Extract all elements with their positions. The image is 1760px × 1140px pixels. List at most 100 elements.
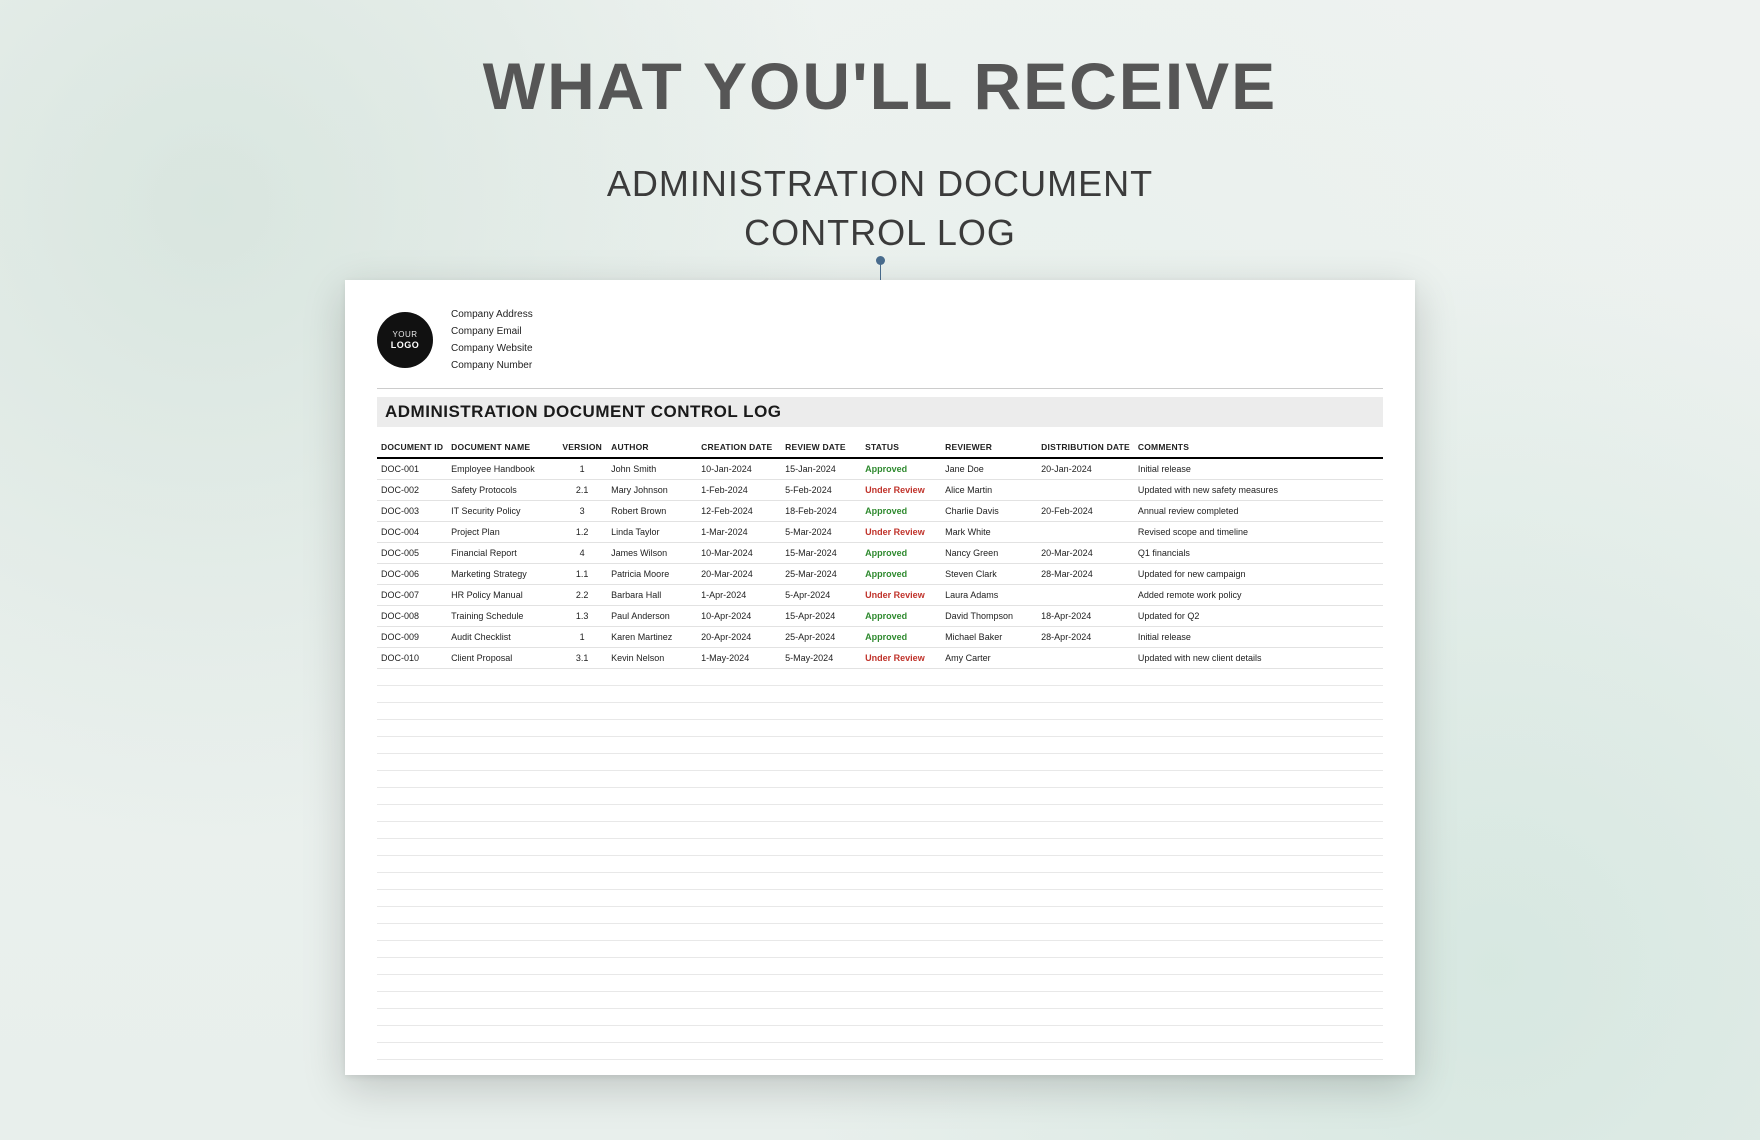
cell-document-name: Audit Checklist xyxy=(447,627,557,648)
cell-creation-date: 20-Mar-2024 xyxy=(697,564,781,585)
cell-distribution-date: 20-Mar-2024 xyxy=(1037,543,1134,564)
empty-row xyxy=(377,1026,1383,1043)
cell-author: Robert Brown xyxy=(607,501,697,522)
empty-row xyxy=(377,992,1383,1009)
divider xyxy=(377,388,1383,389)
table-row: DOC-001Employee Handbook1John Smith10-Ja… xyxy=(377,458,1383,480)
logo-placeholder-icon: YOUR LOGO xyxy=(377,312,433,368)
table-row: DOC-006Marketing Strategy1.1Patricia Moo… xyxy=(377,564,1383,585)
cell-document-id: DOC-010 xyxy=(377,648,447,669)
cell-comments: Revised scope and timeline xyxy=(1134,522,1383,543)
cell-review-date: 25-Apr-2024 xyxy=(781,627,861,648)
document-header: YOUR LOGO Company Address Company Email … xyxy=(377,304,1383,388)
table-header-row: DOCUMENT ID DOCUMENT NAME VERSION AUTHOR… xyxy=(377,437,1383,458)
cell-status: Approved xyxy=(861,606,941,627)
cell-version: 2.1 xyxy=(557,480,607,501)
cell-document-id: DOC-005 xyxy=(377,543,447,564)
cell-document-id: DOC-004 xyxy=(377,522,447,543)
cell-author: Paul Anderson xyxy=(607,606,697,627)
company-website: Company Website xyxy=(451,340,533,357)
cell-review-date: 5-Feb-2024 xyxy=(781,480,861,501)
cell-review-date: 15-Jan-2024 xyxy=(781,458,861,480)
col-review-date: REVIEW DATE xyxy=(781,437,861,458)
col-distribution-date: DISTRIBUTION DATE xyxy=(1037,437,1134,458)
cell-review-date: 15-Mar-2024 xyxy=(781,543,861,564)
cell-author: Patricia Moore xyxy=(607,564,697,585)
col-version: VERSION xyxy=(557,437,607,458)
subtitle-line-2: CONTROL LOG xyxy=(744,212,1016,253)
empty-row xyxy=(377,737,1383,754)
cell-document-name: Marketing Strategy xyxy=(447,564,557,585)
empty-grid-area xyxy=(377,669,1383,1075)
col-author: AUTHOR xyxy=(607,437,697,458)
cell-distribution-date: 20-Jan-2024 xyxy=(1037,458,1134,480)
cell-distribution-date: 28-Mar-2024 xyxy=(1037,564,1134,585)
cell-distribution-date: 18-Apr-2024 xyxy=(1037,606,1134,627)
cell-comments: Initial release xyxy=(1134,627,1383,648)
cell-status: Approved xyxy=(861,564,941,585)
empty-row xyxy=(377,1009,1383,1026)
empty-row xyxy=(377,975,1383,992)
col-document-name: DOCUMENT NAME xyxy=(447,437,557,458)
cell-document-id: DOC-009 xyxy=(377,627,447,648)
cell-document-name: HR Policy Manual xyxy=(447,585,557,606)
cell-author: Barbara Hall xyxy=(607,585,697,606)
cell-distribution-date xyxy=(1037,585,1134,606)
document-title: ADMINISTRATION DOCUMENT CONTROL LOG xyxy=(377,397,1383,427)
cell-reviewer: Charlie Davis xyxy=(941,501,1037,522)
cell-review-date: 5-Apr-2024 xyxy=(781,585,861,606)
cell-status: Under Review xyxy=(861,480,941,501)
table-row: DOC-002Safety Protocols2.1Mary Johnson1-… xyxy=(377,480,1383,501)
cell-reviewer: Steven Clark xyxy=(941,564,1037,585)
empty-row xyxy=(377,924,1383,941)
empty-row xyxy=(377,958,1383,975)
cell-reviewer: Mark White xyxy=(941,522,1037,543)
cell-reviewer: Amy Carter xyxy=(941,648,1037,669)
company-info: Company Address Company Email Company We… xyxy=(451,306,533,374)
cell-review-date: 5-Mar-2024 xyxy=(781,522,861,543)
empty-row xyxy=(377,1060,1383,1075)
table-row: DOC-009Audit Checklist1Karen Martinez20-… xyxy=(377,627,1383,648)
cell-review-date: 25-Mar-2024 xyxy=(781,564,861,585)
empty-row xyxy=(377,754,1383,771)
cell-status: Approved xyxy=(861,501,941,522)
empty-row xyxy=(377,686,1383,703)
cell-distribution-date xyxy=(1037,480,1134,501)
empty-row xyxy=(377,805,1383,822)
empty-row xyxy=(377,822,1383,839)
cell-document-name: Financial Report xyxy=(447,543,557,564)
cell-version: 3.1 xyxy=(557,648,607,669)
empty-row xyxy=(377,839,1383,856)
cell-document-id: DOC-006 xyxy=(377,564,447,585)
cell-distribution-date xyxy=(1037,522,1134,543)
empty-row xyxy=(377,890,1383,907)
company-email: Company Email xyxy=(451,323,533,340)
cell-author: James Wilson xyxy=(607,543,697,564)
col-comments: COMMENTS xyxy=(1134,437,1383,458)
cell-status: Approved xyxy=(861,543,941,564)
cell-review-date: 15-Apr-2024 xyxy=(781,606,861,627)
cell-reviewer: Alice Martin xyxy=(941,480,1037,501)
cell-distribution-date: 28-Apr-2024 xyxy=(1037,627,1134,648)
cell-version: 1.2 xyxy=(557,522,607,543)
cell-author: Mary Johnson xyxy=(607,480,697,501)
empty-row xyxy=(377,771,1383,788)
cell-document-name: Client Proposal xyxy=(447,648,557,669)
table-row: DOC-007HR Policy Manual2.2Barbara Hall1-… xyxy=(377,585,1383,606)
cell-comments: Annual review completed xyxy=(1134,501,1383,522)
empty-row xyxy=(377,703,1383,720)
cell-version: 1.3 xyxy=(557,606,607,627)
empty-row xyxy=(377,669,1383,686)
page-subtitle: ADMINISTRATION DOCUMENT CONTROL LOG xyxy=(0,160,1760,257)
cell-reviewer: Nancy Green xyxy=(941,543,1037,564)
logo-bottom-text: LOGO xyxy=(391,341,420,350)
col-status: STATUS xyxy=(861,437,941,458)
col-creation-date: CREATION DATE xyxy=(697,437,781,458)
empty-row xyxy=(377,907,1383,924)
cell-comments: Updated with new client details xyxy=(1134,648,1383,669)
cell-distribution-date: 20-Feb-2024 xyxy=(1037,501,1134,522)
cell-document-id: DOC-001 xyxy=(377,458,447,480)
cell-creation-date: 1-Feb-2024 xyxy=(697,480,781,501)
cell-comments: Updated for new campaign xyxy=(1134,564,1383,585)
company-number: Company Number xyxy=(451,357,533,374)
